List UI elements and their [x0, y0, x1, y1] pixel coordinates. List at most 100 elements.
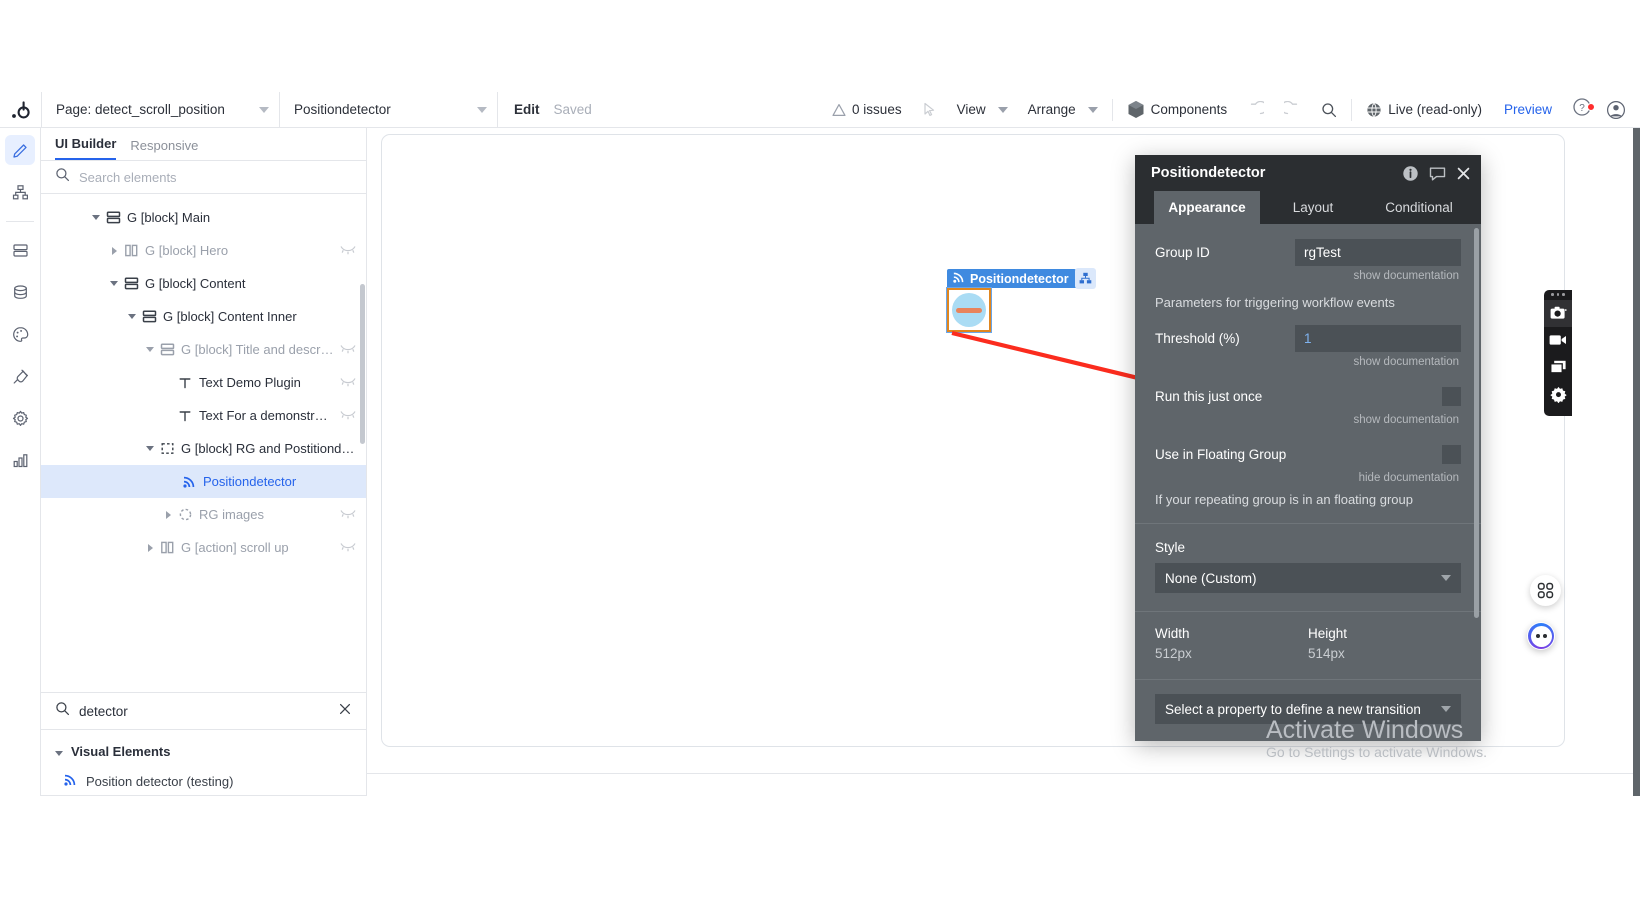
search-input[interactable]: [79, 169, 352, 185]
hidden-eye-icon[interactable]: [340, 375, 356, 390]
components-button[interactable]: Components: [1117, 92, 1238, 128]
camera-icon[interactable]: [1544, 299, 1572, 327]
tab-layout[interactable]: Layout: [1260, 191, 1366, 224]
run-once-checkbox[interactable]: [1442, 386, 1461, 406]
sidebar-item-data-blocks[interactable]: [5, 235, 35, 265]
columns-icon: [121, 243, 141, 258]
twisty-right-icon[interactable]: [143, 543, 157, 552]
sidebar-item-styles[interactable]: [5, 319, 35, 349]
search-icon: [55, 701, 70, 721]
live-version-label: Live (read-only): [1388, 102, 1482, 117]
run-once-doc-link[interactable]: show documentation: [1155, 414, 1461, 426]
tab-conditional[interactable]: Conditional: [1366, 191, 1472, 224]
group-id-doc-link[interactable]: show documentation: [1155, 270, 1461, 282]
tab-appearance[interactable]: Appearance: [1154, 191, 1260, 224]
close-x-icon[interactable]: [338, 702, 352, 720]
floating-group-doc-link[interactable]: hide documentation: [1155, 472, 1461, 484]
floating-group-checkbox-wrap: [1335, 444, 1461, 464]
tree-item-title-and-description[interactable]: G [block] Title and descript...: [41, 333, 366, 366]
sidebar-item-logs[interactable]: [5, 445, 35, 475]
chat-avatar-eyes: [1535, 634, 1547, 638]
tree-item-text-demo-plugin[interactable]: Text Demo Plugin: [41, 366, 366, 399]
element-search-value[interactable]: detector: [79, 704, 329, 719]
tree-item-content-inner[interactable]: G [block] Content Inner: [41, 300, 366, 333]
user-avatar-icon[interactable]: [1600, 100, 1640, 120]
hidden-eye-icon[interactable]: [340, 243, 356, 258]
twisty-down-icon[interactable]: [125, 314, 139, 319]
search-results: Visual Elements Position detector (testi…: [41, 730, 366, 796]
close-x-icon[interactable]: [1456, 166, 1471, 181]
style-select[interactable]: None (Custom): [1155, 563, 1461, 593]
twisty-right-icon[interactable]: [161, 510, 175, 519]
apps-grid-icon[interactable]: [1530, 575, 1561, 606]
results-group-visual-elements[interactable]: Visual Elements: [41, 736, 366, 766]
edit-mode-button[interactable]: Edit: [514, 102, 540, 117]
twisty-down-icon[interactable]: [143, 446, 157, 451]
warning-triangle-icon: [832, 103, 846, 117]
comment-bubble-icon[interactable]: [1429, 165, 1446, 182]
element-selector[interactable]: Positiondetector: [279, 91, 497, 128]
group-nodes-icon[interactable]: [1075, 268, 1096, 289]
video-camera-icon[interactable]: [1544, 327, 1572, 354]
undo-icon[interactable]: [1237, 92, 1274, 128]
bubble-logo-icon[interactable]: [0, 92, 41, 128]
tree-item-label: Positiondetector: [203, 474, 297, 489]
preview-button[interactable]: Preview: [1492, 102, 1564, 117]
twisty-down-icon[interactable]: [89, 215, 103, 220]
sidebar-item-plugins[interactable]: [5, 361, 35, 391]
height-value: 514px: [1308, 646, 1345, 661]
search-icon[interactable]: [1311, 92, 1347, 128]
tree-item-positiondetector[interactable]: Positiondetector: [41, 465, 366, 498]
threshold-input[interactable]: 1: [1295, 324, 1461, 352]
tree-item-scroll-up[interactable]: G [action] scroll up: [41, 531, 366, 564]
page-selector-label: Page: detect_scroll_position: [56, 102, 225, 117]
canvas-widget-positiondetector[interactable]: [946, 287, 992, 333]
tree-item-hero[interactable]: G [block] Hero: [41, 234, 366, 267]
hidden-eye-icon[interactable]: [340, 540, 356, 555]
tab-responsive[interactable]: Responsive: [130, 138, 198, 160]
hidden-eye-icon[interactable]: [340, 507, 356, 522]
cursor-pointer-icon[interactable]: [912, 92, 947, 128]
canvas-widget-label[interactable]: Positiondetector: [947, 269, 1076, 288]
sidebar-item-database[interactable]: [5, 277, 35, 307]
width-column: Width 512px: [1155, 626, 1308, 661]
live-version-button[interactable]: Live (read-only): [1356, 92, 1492, 128]
property-panel-scrollbar[interactable]: [1474, 228, 1479, 618]
view-menu[interactable]: View: [947, 92, 1018, 128]
tree-item-main[interactable]: G [block] Main: [41, 201, 366, 234]
arrange-menu[interactable]: Arrange: [1018, 92, 1108, 128]
sidebar-item-settings[interactable]: [5, 403, 35, 433]
info-circle-icon[interactable]: [1402, 165, 1419, 182]
gear-icon[interactable]: [1544, 381, 1572, 408]
cube-icon: [1127, 100, 1145, 119]
hidden-eye-icon[interactable]: [340, 408, 356, 423]
floating-group-checkbox[interactable]: [1442, 444, 1461, 464]
section-divider: [1135, 611, 1481, 612]
tree-scrollbar[interactable]: [360, 284, 365, 444]
result-item-position-detector[interactable]: Position detector (testing): [41, 766, 366, 796]
more-dots-icon[interactable]: [1551, 293, 1565, 296]
sidebar-item-workflow[interactable]: [5, 177, 35, 207]
tab-ui-builder[interactable]: UI Builder: [55, 136, 117, 160]
issues-button[interactable]: 0 issues: [822, 92, 912, 128]
redo-icon[interactable]: [1274, 92, 1311, 128]
help-button[interactable]: ?: [1564, 97, 1600, 122]
tree-item-rg-images[interactable]: RG images: [41, 498, 366, 531]
twisty-right-icon[interactable]: [107, 246, 121, 255]
tree-item-content[interactable]: G [block] Content: [41, 267, 366, 300]
hidden-eye-icon[interactable]: [340, 342, 356, 357]
tree-item-label: G [block] Content Inner: [163, 309, 297, 324]
chat-avatar-icon[interactable]: [1527, 622, 1555, 650]
tree-item-rg-and-positiondetector[interactable]: G [block] RG and Postitiondetector: [41, 432, 366, 465]
group-id-input[interactable]: rgTest: [1295, 238, 1461, 266]
twisty-down-icon[interactable]: [107, 281, 121, 286]
page-selector[interactable]: Page: detect_scroll_position: [41, 91, 279, 128]
sidebar-item-design[interactable]: [5, 135, 35, 165]
tree-item-text-for-a-demonstration[interactable]: Text For a demonstration: [41, 399, 366, 432]
notification-dot: [1587, 103, 1595, 111]
property-editor-panel: Positiondetector Appearance Layout Condi…: [1135, 155, 1481, 741]
block-stack-icon: [121, 276, 141, 291]
threshold-doc-link[interactable]: show documentation: [1155, 356, 1461, 368]
twisty-down-icon[interactable]: [143, 347, 157, 352]
window-icon[interactable]: [1544, 354, 1572, 381]
